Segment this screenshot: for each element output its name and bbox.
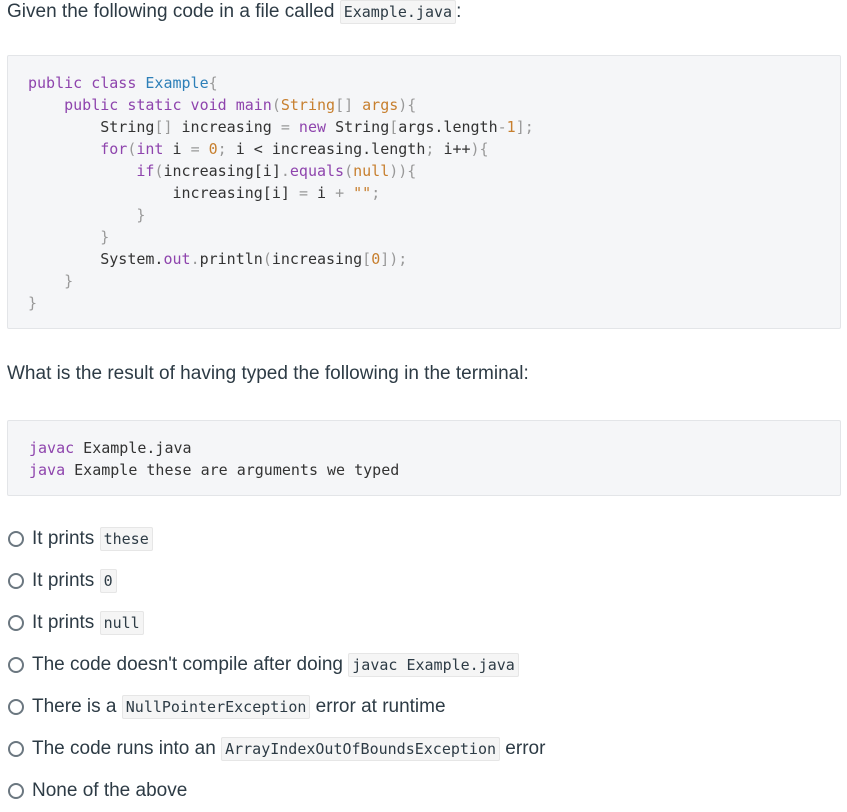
answer-option-4[interactable]: The code doesn't compile after doing jav… <box>6 644 841 686</box>
radio-button[interactable] <box>8 573 24 589</box>
radio-button[interactable] <box>8 783 24 799</box>
answer-label: It prints 0 <box>32 569 117 593</box>
java-code-block: public class Example{ public static void… <box>7 55 841 329</box>
intro-filename-code: Example.java <box>339 0 457 24</box>
question-intro-suffix: : <box>456 1 462 22</box>
answer-option-5[interactable]: There is a NullPointerException error at… <box>6 686 841 728</box>
answer-option-2[interactable]: It prints 0 <box>6 560 841 602</box>
code-line-6: increasing[i] = i + ""; <box>172 184 381 202</box>
answer-option-1[interactable]: It prints these <box>6 518 841 560</box>
terminal-line-2: java Example these are arguments we type… <box>29 461 400 479</box>
answer-code: null <box>99 611 144 635</box>
code-line-10: } <box>64 272 74 290</box>
radio-button[interactable] <box>8 741 24 757</box>
radio-button[interactable] <box>8 699 24 715</box>
code-line-2: public static void main(String[] args){ <box>64 96 417 114</box>
answer-label: It prints these <box>32 527 153 551</box>
answer-label: There is a NullPointerException error at… <box>32 695 446 719</box>
answer-option-7[interactable]: None of the above <box>6 770 841 812</box>
code-line-4: for(int i = 0; i < increasing.length; i+… <box>100 140 489 158</box>
code-line-1: public class Example{ <box>28 74 218 92</box>
answer-option-6[interactable]: The code runs into an ArrayIndexOutOfBou… <box>6 728 841 770</box>
question-intro: Given the following code in a file calle… <box>7 0 461 24</box>
code-line-11: } <box>28 294 38 312</box>
answer-options: It prints these It prints 0 It prints nu… <box>6 518 841 812</box>
answer-label: None of the above <box>32 780 188 801</box>
radio-button[interactable] <box>8 531 24 547</box>
radio-button[interactable] <box>8 657 24 673</box>
code-line-7: } <box>136 206 146 224</box>
answer-option-3[interactable]: It prints null <box>6 602 841 644</box>
answer-code: ArrayIndexOutOfBoundsException <box>221 737 501 761</box>
terminal-code-block: javac Example.java java Example these ar… <box>7 420 841 496</box>
question-intro-text: Given the following code in a file calle… <box>7 1 335 22</box>
terminal-line-1: javac Example.java <box>29 439 192 457</box>
code-line-8: } <box>100 228 110 246</box>
answer-label: It prints null <box>32 611 144 635</box>
radio-button[interactable] <box>8 615 24 631</box>
code-line-5: if(increasing[i].equals(null)){ <box>136 162 417 180</box>
answer-label: The code runs into an ArrayIndexOutOfBou… <box>32 737 546 761</box>
answer-code: these <box>99 527 153 551</box>
answer-label: The code doesn't compile after doing jav… <box>32 653 519 677</box>
answer-code: NullPointerException <box>121 695 311 719</box>
code-line-9: System.out.println(increasing[0]); <box>100 250 408 268</box>
answer-code: 0 <box>99 569 117 593</box>
code-line-3: String[] increasing = new String[args.le… <box>100 118 534 136</box>
question-prompt: What is the result of having typed the f… <box>7 363 529 384</box>
answer-code: javac Example.java <box>348 653 519 677</box>
